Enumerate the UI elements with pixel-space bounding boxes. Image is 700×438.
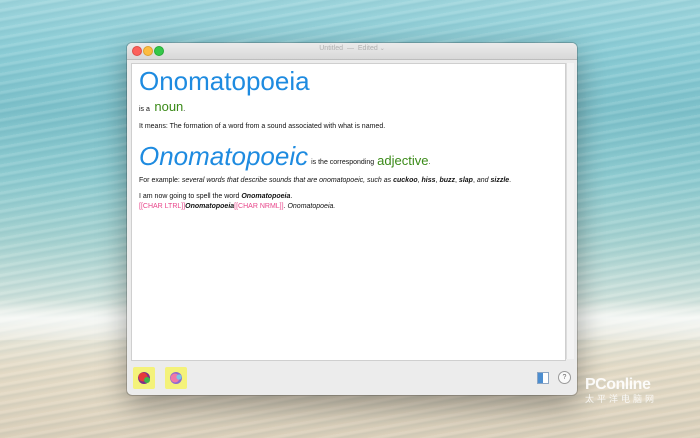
spell-prefix: I am now going to spell the word: [139, 193, 240, 200]
example-word: hiss: [421, 177, 436, 184]
example-word: slap: [458, 177, 473, 184]
watermark-sub: 太平洋电脑网: [585, 394, 658, 404]
char-ltrl-tag: [[CHAR LTRL]]: [139, 203, 186, 210]
example-text: several words that describe sounds that …: [181, 177, 392, 184]
example-word: cuckoo: [393, 177, 418, 184]
meaning-text: It means: The formation of a word from a…: [139, 123, 386, 130]
blob-pink-icon: [170, 372, 182, 384]
bottom-toolbar: ?: [127, 363, 577, 395]
spell-end: .: [290, 193, 293, 200]
adjective-suffix: .: [428, 159, 431, 166]
spell-word: Onomatopoeia: [241, 193, 291, 200]
adjective-word: Onomatopoeic: [139, 141, 309, 171]
char-nrml-tag: [[CHAR NRML]]: [234, 203, 284, 210]
help-icon[interactable]: ?: [558, 371, 571, 384]
pos-line: is a noun.: [139, 98, 558, 116]
scrollbar[interactable]: [566, 63, 574, 359]
window-title[interactable]: Untitled — Edited ⌄: [127, 45, 577, 52]
example-prefix: For example:: [139, 177, 180, 184]
title-separator: —: [346, 45, 354, 52]
blob-red-icon: [138, 372, 150, 384]
example-end: .: [509, 177, 512, 184]
stamp-button[interactable]: [133, 367, 155, 389]
chevron-down-icon[interactable]: ⌄: [380, 46, 385, 52]
sidebar-toggle-icon[interactable]: [537, 372, 549, 384]
adjective-mid: is the corresponding: [311, 159, 375, 166]
adjective-pos: adjective: [377, 153, 429, 168]
part-of-speech: noun: [154, 99, 184, 114]
watermark-brand: PConline: [585, 376, 651, 393]
adjective-line: Onomatopoeic is the corresponding adject…: [139, 142, 558, 170]
edited-status: Edited: [357, 45, 378, 52]
title-text: Untitled: [319, 45, 343, 52]
example-word: buzz: [439, 177, 456, 184]
text-editor[interactable]: Onomatopoeia is a noun. It means: The fo…: [131, 63, 566, 361]
example-and: and: [476, 177, 489, 184]
stamp-button[interactable]: [165, 367, 187, 389]
headword: Onomatopoeia: [139, 66, 310, 96]
spell-paragraph: I am now going to spell the word Onomato…: [139, 192, 558, 202]
char-word: Onomatopoeia: [185, 203, 235, 210]
char-command-line: [[CHAR LTRL]]Onomatopoeia[[CHAR NRML]]. …: [139, 202, 558, 212]
example-paragraph: For example: several words that describe…: [139, 177, 512, 184]
pos-suffix: .: [183, 106, 186, 113]
watermark-logo: PConline 太平洋电脑网: [585, 376, 695, 406]
title-bar[interactable]: Untitled — Edited ⌄: [127, 43, 577, 60]
document-window: Untitled — Edited ⌄ Onomatopoeia is a no…: [127, 43, 577, 395]
example-word-last: sizzle: [490, 177, 510, 184]
char-after: . Onomatopoeia.: [283, 203, 336, 210]
pos-prefix: is a: [139, 106, 150, 113]
